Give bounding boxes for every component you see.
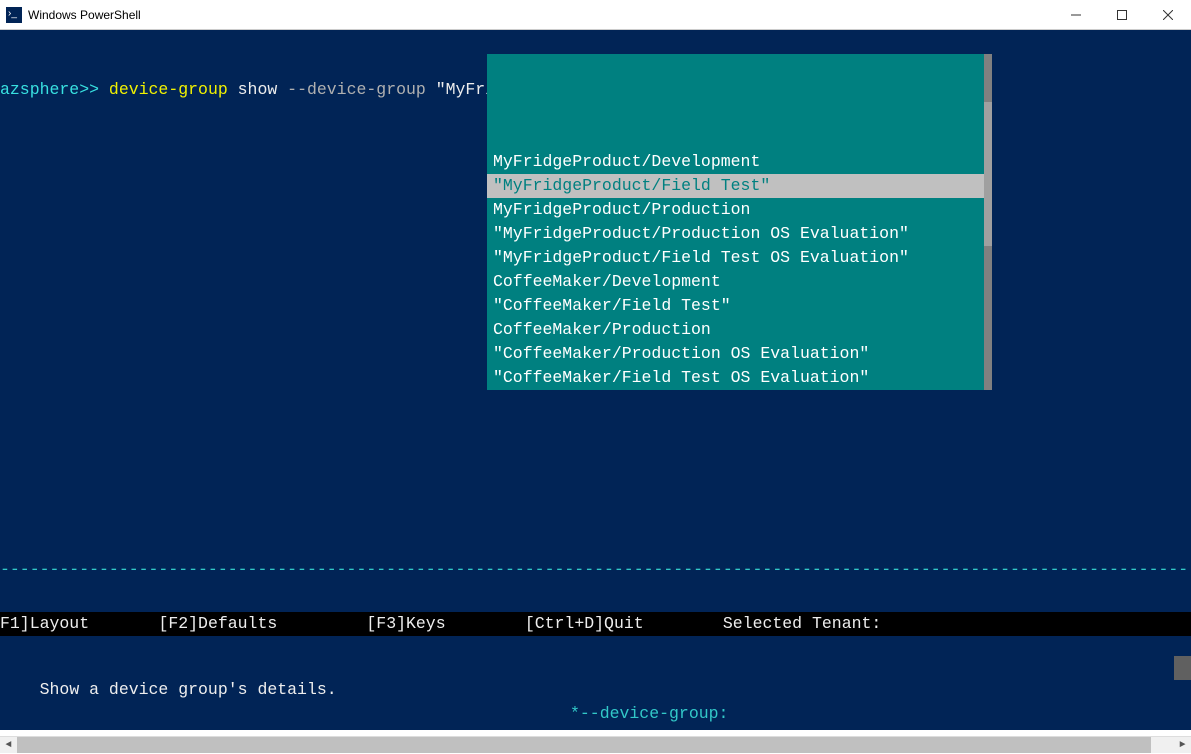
maximize-button[interactable] [1099,0,1145,30]
prompt-prefix: azsphere>> [0,78,109,102]
scroll-thumb[interactable] [17,737,1151,753]
completion-item[interactable]: "MyFridgeProduct/Field Test" [487,174,984,198]
minimize-button[interactable] [1053,0,1099,30]
completion-item[interactable]: "CoffeeMaker/Field Test" [487,294,984,318]
window-title: Windows PowerShell [28,8,1053,22]
completion-menu[interactable]: MyFridgeProduct/Development"MyFridgeProd… [487,54,984,390]
status-bar: F1]Layout [F2]Defaults [F3]Keys [Ctrl+D]… [0,612,1191,636]
close-button[interactable] [1145,0,1191,30]
window-controls [1053,0,1191,30]
flag: --device-group [287,78,436,102]
completion-item[interactable]: MyFridgeProduct/Development [487,150,984,174]
completion-scrollbar-thumb[interactable] [984,102,992,246]
subcommand: show [238,78,288,102]
status-quit[interactable]: [Ctrl+D]Quit [525,614,644,633]
completion-item[interactable]: CoffeeMaker/Development [487,270,984,294]
completion-item[interactable]: "CoffeeMaker/Field Test OS Evaluation" [487,366,984,390]
help-row: Show a device group's details. *--device… [0,654,1191,730]
window-titlebar: Windows PowerShell [0,0,1191,30]
completion-item[interactable]: MyFridgeProduct/Production [487,198,984,222]
completion-item[interactable]: "MyFridgeProduct/Field Test OS Evaluatio… [487,246,984,270]
scroll-track[interactable] [17,737,1174,753]
status-f1[interactable]: F1]Layout [0,614,89,633]
help-flag: *--device-group: [570,702,728,726]
vertical-scroll-indicator[interactable] [1174,656,1191,680]
powershell-icon [6,7,22,23]
status-f3[interactable]: [F3]Keys [366,614,445,633]
completion-item[interactable]: "MyFridgeProduct/Production OS Evaluatio… [487,222,984,246]
status-tenant: Selected Tenant: [723,614,881,633]
completion-item[interactable]: CoffeeMaker/Production [487,318,984,342]
completion-item[interactable]: "CoffeeMaker/Production OS Evaluation" [487,342,984,366]
scroll-right-arrow[interactable]: ► [1174,737,1191,754]
divider: ----------------------------------------… [0,558,1191,582]
terminal-area[interactable]: azsphere>> device-group show --device-gr… [0,30,1191,730]
horizontal-scrollbar[interactable]: ◄ ► [0,736,1191,753]
command-word: device-group [109,78,238,102]
status-f2[interactable]: [F2]Defaults [158,614,277,633]
help-left: Show a device group's details. [40,680,337,699]
scroll-left-arrow[interactable]: ◄ [0,737,17,754]
